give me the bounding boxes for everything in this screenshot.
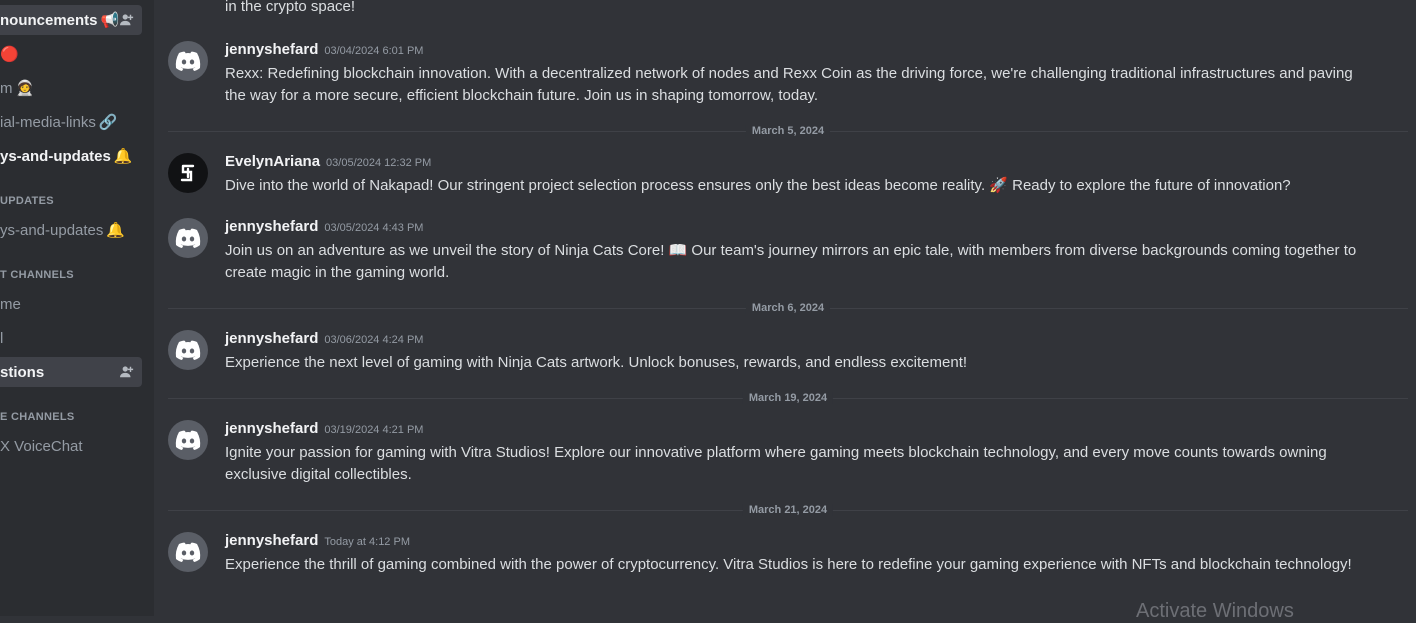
date-label: March 5, 2024 (745, 125, 831, 137)
add-member-icon[interactable] (120, 365, 134, 379)
timestamp: 03/19/2024 4:21 PM (324, 424, 424, 436)
avatar[interactable] (168, 330, 208, 370)
channel-label: ys-and-updates (0, 221, 104, 239)
date-divider: March 6, 2024 (168, 302, 1408, 314)
message-text: Rexx: Redefining blockchain innovation. … (225, 65, 1353, 104)
author-name[interactable]: jennyshefard (225, 41, 318, 58)
astronaut-emoji: 🧑‍🚀 (15, 80, 35, 97)
category-updates[interactable]: UPDATES (0, 195, 54, 207)
avatar[interactable] (168, 153, 208, 193)
avatar[interactable] (168, 532, 208, 572)
timestamp: 03/05/2024 4:43 PM (324, 222, 424, 234)
channel-voice-chat[interactable]: X VoiceChat (0, 431, 142, 461)
bell-emoji: 🔔 (113, 148, 133, 165)
message-text: in the crypto space! (225, 0, 356, 15)
author-name[interactable]: jennyshefard (225, 330, 318, 347)
channel-label: l (0, 329, 4, 347)
date-label: March 19, 2024 (742, 392, 834, 404)
channel-label: ys-and-updates (0, 147, 111, 165)
red-circle-emoji: 🔴 (0, 46, 19, 63)
activate-windows-watermark: Activate Windows (1136, 600, 1294, 622)
message-text: Experience the next level of gaming with… (225, 354, 968, 371)
link-emoji: 🔗 (98, 114, 118, 131)
timestamp: 03/05/2024 12:32 PM (326, 157, 432, 169)
discord-logo-icon (175, 51, 201, 71)
discord-logo-icon (175, 228, 201, 248)
channel-sidebar: nouncements 📢 🔴 m 🧑‍🚀 ial-media-links 🔗 ys-… (0, 0, 154, 616)
discord-logo-icon (175, 542, 201, 562)
date-divider: March 5, 2024 (168, 125, 1408, 137)
author-name[interactable]: jennyshefard (225, 218, 318, 235)
date-divider: March 19, 2024 (168, 392, 1408, 404)
channel-team[interactable]: m 🧑‍🚀 (0, 73, 142, 103)
channel-questions[interactable]: stions (0, 357, 142, 387)
author-name[interactable]: jennyshefard (225, 532, 318, 549)
avatar[interactable] (168, 41, 208, 81)
author-name[interactable]: EvelynAriana (225, 153, 320, 170)
channel-red-circle[interactable]: 🔴 (0, 39, 142, 69)
timestamp: Today at 4:12 PM (324, 536, 410, 548)
channel-label: X VoiceChat (0, 437, 83, 455)
channel-social-media-links[interactable]: ial-media-links 🔗 (0, 107, 142, 137)
date-label: March 6, 2024 (745, 302, 831, 314)
message-list: in the crypto space! jennyshefard 03/04/2… (154, 0, 1416, 616)
message-text: Experience the thrill of gaming combined… (225, 556, 1352, 573)
nakapad-logo-icon (180, 164, 195, 182)
channel-news-and-updates[interactable]: ys-and-updates 🔔 (0, 141, 142, 171)
channel-welcome[interactable]: me (0, 289, 142, 319)
channel-general[interactable]: l (0, 323, 142, 353)
author-name[interactable]: jennyshefard (225, 420, 318, 437)
date-label: March 21, 2024 (742, 504, 834, 516)
date-divider: March 21, 2024 (168, 504, 1408, 516)
channel-label: m (0, 79, 13, 97)
add-member-icon[interactable] (120, 13, 134, 27)
channel-announcements[interactable]: nouncements 📢 (0, 5, 142, 35)
channel-label: stions (0, 363, 45, 381)
message-text: Dive into the world of Nakapad! Our stri… (225, 177, 1291, 194)
avatar[interactable] (168, 218, 208, 258)
timestamp: 03/06/2024 4:24 PM (324, 334, 424, 346)
channel-label: nouncements (0, 11, 98, 29)
bell-emoji: 🔔 (106, 222, 126, 239)
category-text-channels[interactable]: T CHANNELS (0, 269, 74, 281)
timestamp: 03/04/2024 6:01 PM (324, 45, 424, 57)
message-text: Join us on an adventure as we unveil the… (225, 242, 1357, 281)
megaphone-emoji: 📢 (100, 12, 120, 29)
channel-label: me (0, 295, 21, 313)
avatar[interactable] (168, 420, 208, 460)
channel-label: ial-media-links (0, 113, 96, 131)
discord-logo-icon (175, 430, 201, 450)
channel-news-and-updates-2[interactable]: ys-and-updates 🔔 (0, 215, 142, 245)
category-voice-channels[interactable]: E CHANNELS (0, 411, 75, 423)
discord-logo-icon (175, 340, 201, 360)
message-text: Ignite your passion for gaming with Vitr… (225, 444, 1327, 483)
